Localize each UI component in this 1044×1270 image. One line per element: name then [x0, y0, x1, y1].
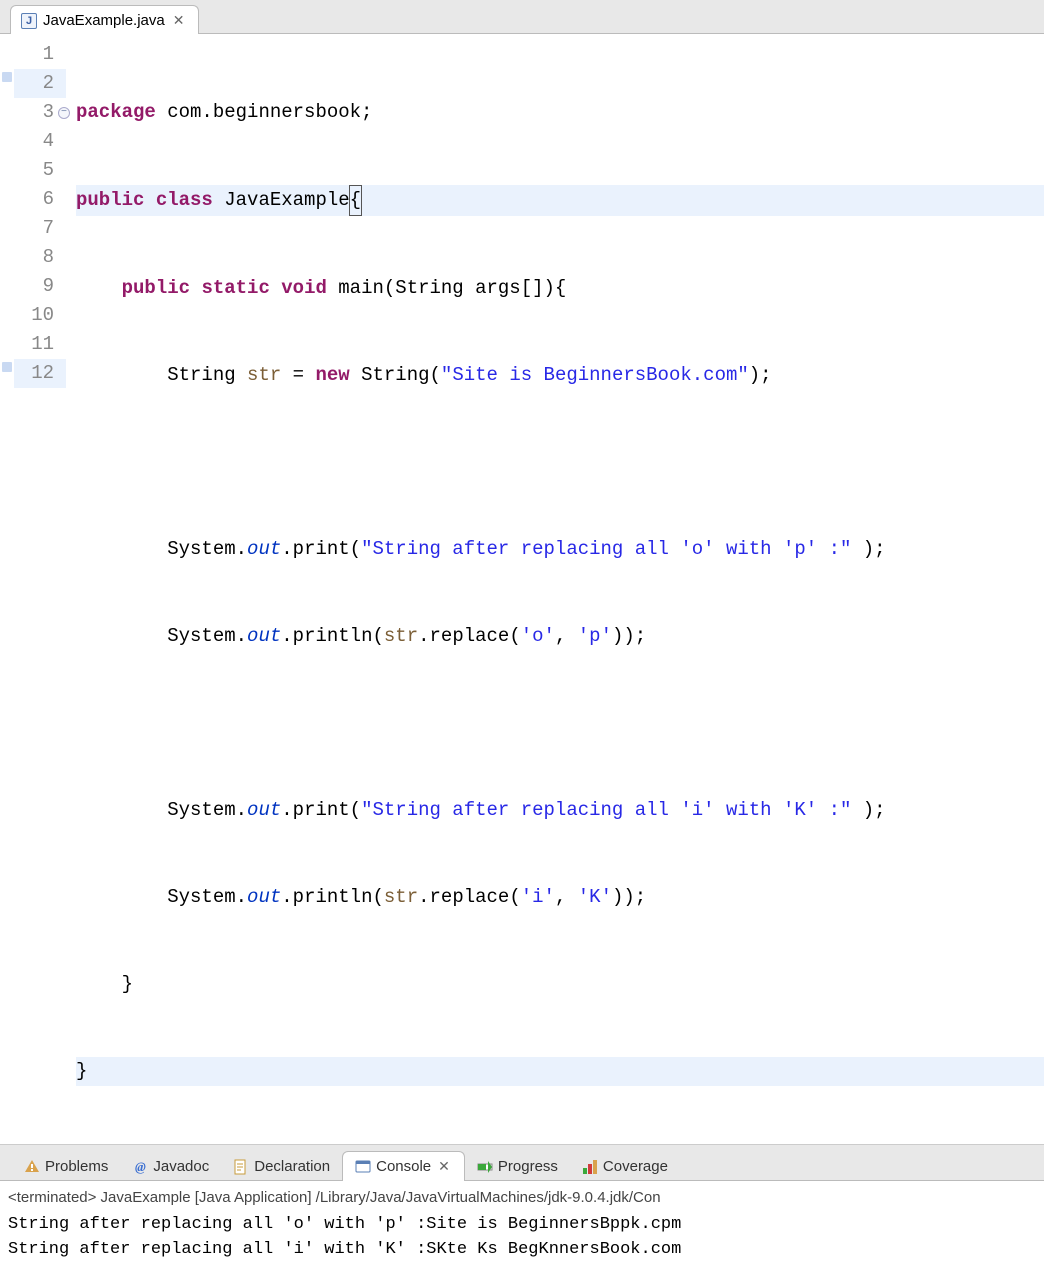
code-line: [76, 709, 1044, 738]
bottom-tab-bar: Problems @ Javadoc Declaration Console ✕…: [0, 1145, 1044, 1181]
console-run-header: <terminated> JavaExample [Java Applicati…: [8, 1185, 1036, 1212]
code-line: public static void main(String args[]){: [76, 274, 1044, 303]
editor-pane: J JavaExample.java ✕ 1 2 3− 4 5 6 7 8 9 …: [0, 0, 1044, 1145]
coverage-icon: [582, 1159, 598, 1175]
problems-icon: [24, 1159, 40, 1175]
code-line: }: [76, 970, 1044, 999]
tab-label: Progress: [498, 1158, 558, 1175]
tab-coverage[interactable]: Coverage: [570, 1152, 680, 1181]
line-number: 6: [14, 185, 66, 214]
code-content[interactable]: package com.beginnersbook; public class …: [72, 40, 1044, 1144]
line-number: 2: [14, 69, 66, 98]
progress-icon: [477, 1159, 493, 1175]
marker-strip: [0, 40, 14, 1144]
line-number: 1: [14, 40, 66, 69]
tab-label: Coverage: [603, 1158, 668, 1175]
cursor: {: [349, 185, 362, 216]
line-number: 10: [14, 301, 66, 330]
tab-console[interactable]: Console ✕: [342, 1151, 465, 1181]
console-output[interactable]: <terminated> JavaExample [Java Applicati…: [0, 1181, 1044, 1270]
line-number: 9: [14, 272, 66, 301]
line-number: 12: [14, 359, 66, 388]
close-icon[interactable]: ✕: [436, 1158, 452, 1175]
marker: [2, 362, 12, 372]
editor-tab-bar: J JavaExample.java ✕: [0, 0, 1044, 34]
tab-label: Problems: [45, 1158, 108, 1175]
line-number-gutter: 1 2 3− 4 5 6 7 8 9 10 11 12: [14, 40, 72, 1144]
code-line: [76, 448, 1044, 477]
editor-tab-label: JavaExample.java: [43, 12, 165, 29]
line-number: 11: [14, 330, 66, 359]
line-number: 7: [14, 214, 66, 243]
code-editor[interactable]: 1 2 3− 4 5 6 7 8 9 10 11 12 package com.…: [0, 34, 1044, 1144]
tab-declaration[interactable]: Declaration: [221, 1152, 342, 1181]
tab-label: Declaration: [254, 1158, 330, 1175]
code-line: System.out.println(str.replace('i', 'K')…: [76, 883, 1044, 912]
code-line: System.out.print("String after replacing…: [76, 796, 1044, 825]
code-line: System.out.println(str.replace('o', 'p')…: [76, 622, 1044, 651]
tab-label: Console: [376, 1158, 431, 1175]
marker: [2, 72, 12, 82]
javadoc-icon: @: [132, 1159, 148, 1175]
tab-problems[interactable]: Problems: [12, 1152, 120, 1181]
tab-label: Javadoc: [153, 1158, 209, 1175]
fold-collapse-icon[interactable]: −: [58, 107, 70, 119]
line-number: 3−: [14, 98, 66, 127]
console-line: String after replacing all 'o' with 'p' …: [8, 1212, 1036, 1237]
console-icon: [355, 1159, 371, 1175]
line-number: 8: [14, 243, 66, 272]
java-file-icon: J: [21, 13, 37, 29]
code-line: String str = new String("Site is Beginne…: [76, 361, 1044, 390]
bottom-pane: Problems @ Javadoc Declaration Console ✕…: [0, 1145, 1044, 1270]
line-number: 4: [14, 127, 66, 156]
tab-javadoc[interactable]: @ Javadoc: [120, 1152, 221, 1181]
console-line: String after replacing all 'i' with 'K' …: [8, 1237, 1036, 1262]
code-line: package com.beginnersbook;: [76, 98, 1044, 127]
line-number: 5: [14, 156, 66, 185]
close-icon[interactable]: ✕: [171, 12, 187, 29]
tab-progress[interactable]: Progress: [465, 1152, 570, 1181]
code-line: public class JavaExample{: [76, 185, 1044, 216]
code-line: System.out.print("String after replacing…: [76, 535, 1044, 564]
declaration-icon: [233, 1159, 249, 1175]
code-line: }: [76, 1057, 1044, 1086]
editor-tab-javaexample[interactable]: J JavaExample.java ✕: [10, 5, 199, 34]
